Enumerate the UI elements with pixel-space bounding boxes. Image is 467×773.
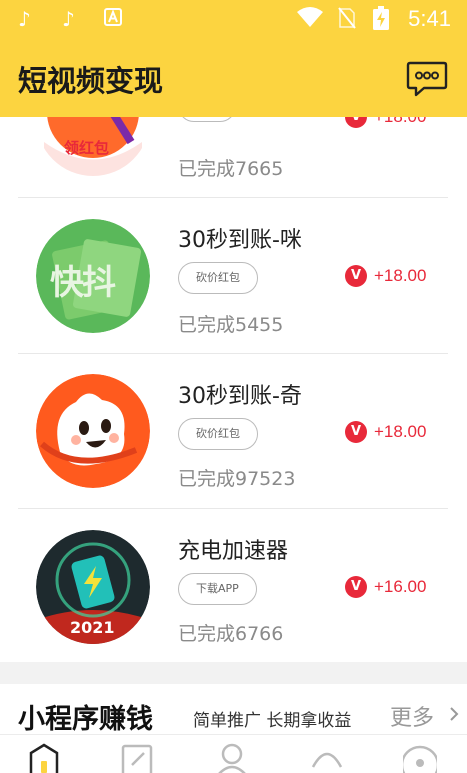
tiktok-icon: ♪ <box>18 7 31 31</box>
task-completed-count: 已完成7665 <box>178 158 284 180</box>
task-list: 领红包 电商 已完成7665 V +18.00 快抖 30秒到账-咪 砍价红包 … <box>0 117 467 662</box>
task-completed-count: 已完成6766 <box>178 623 284 645</box>
tiktok-icon: ♪ <box>62 7 75 31</box>
section-subtitle: 简单推广 长期拿收益 <box>193 711 352 731</box>
no-sim-icon <box>338 7 356 33</box>
reward-amount: +16.00 <box>374 577 427 596</box>
wifi-icon <box>296 6 324 32</box>
reward-amount: +18.00 <box>374 117 426 127</box>
status-bar: ♪ ♪ 5:41 <box>0 0 467 38</box>
message-button[interactable] <box>406 60 448 98</box>
battery-charging-icon <box>373 6 389 34</box>
v-coin-icon: V <box>345 421 367 443</box>
v-coin-icon: V <box>345 117 367 128</box>
task-avatar: 快抖 <box>36 219 150 333</box>
edit-icon[interactable] <box>120 743 154 773</box>
wallet-icon[interactable] <box>310 743 344 773</box>
list-item[interactable]: 领红包 电商 已完成7665 V +18.00 <box>0 117 467 197</box>
home-icon[interactable] <box>27 743 61 773</box>
reward-amount: +18.00 <box>374 266 427 285</box>
task-tag: 下载APP <box>178 573 257 605</box>
reward-amount: +18.00 <box>374 422 427 441</box>
task-completed-count: 已完成97523 <box>178 468 296 490</box>
tab-bar <box>0 734 467 773</box>
task-name: 30秒到账-咪 <box>178 228 302 253</box>
task-reward: V +18.00 <box>345 420 426 444</box>
task-reward: V +16.00 <box>345 575 426 599</box>
page-title: 短视频变现 <box>18 64 164 98</box>
v-coin-icon: V <box>345 576 367 598</box>
task-avatar: 2021 <box>36 530 150 644</box>
v-coin-icon: V <box>345 265 367 287</box>
task-completed-count: 已完成5455 <box>178 314 284 336</box>
account-icon[interactable] <box>403 743 437 773</box>
task-tag: 砍价红包 <box>178 262 258 294</box>
app-bar: ♪ ♪ 5:41 短视频变现 <box>0 0 467 117</box>
task-reward: V +18.00 <box>345 117 426 129</box>
avatar-caption: 快抖 <box>50 263 116 303</box>
task-tag: 砍价红包 <box>178 418 258 450</box>
status-time: 5:41 <box>408 6 451 31</box>
message-icon <box>406 61 448 97</box>
list-item[interactable]: 30秒到账-奇 砍价红包 已完成97523 V +18.00 <box>0 353 467 509</box>
more-link[interactable]: 更多 <box>390 700 434 732</box>
task-reward: V +18.00 <box>345 264 426 288</box>
task-tag: 电商 <box>178 117 236 122</box>
task-avatar <box>36 374 150 488</box>
list-item[interactable]: 快抖 30秒到账-咪 砍价红包 已完成5455 V +18.00 <box>0 197 467 353</box>
task-avatar: 领红包 <box>36 117 150 176</box>
profile-icon[interactable] <box>215 743 249 773</box>
chevron-right-icon[interactable] <box>448 706 460 722</box>
task-name: 30秒到账-奇 <box>178 384 302 409</box>
avatar-caption: 领红包 <box>64 139 110 157</box>
app-store-icon <box>104 8 122 30</box>
avatar-caption: 2021 <box>70 618 115 637</box>
section-title: 小程序赚钱 <box>18 704 153 735</box>
task-name: 充电加速器 <box>178 539 289 564</box>
list-item[interactable]: 2021 充电加速器 下载APP 已完成6766 V +16.00 <box>0 508 467 662</box>
